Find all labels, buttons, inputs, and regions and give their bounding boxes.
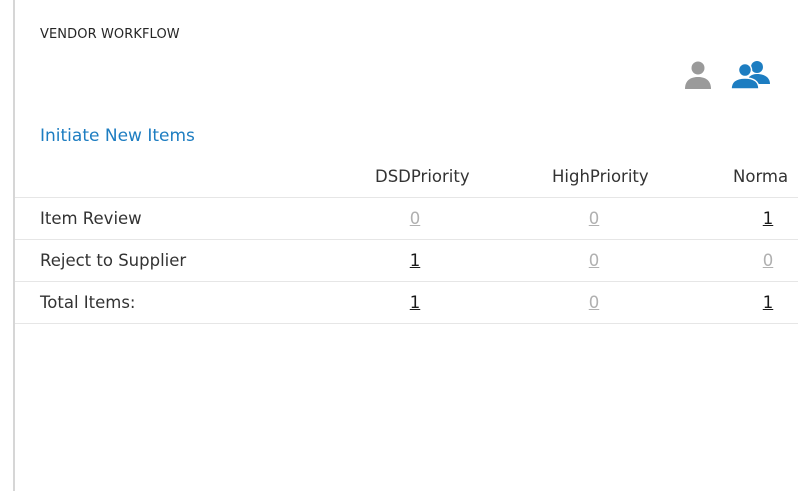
panel-title: VENDOR WORKFLOW bbox=[40, 27, 180, 42]
column-header-dsdpriority: DSDPriority bbox=[375, 167, 470, 186]
table-row-item-review: Item Review 0 0 1 bbox=[15, 198, 798, 240]
count-link[interactable]: 0 bbox=[589, 251, 600, 270]
vendor-workflow-panel: VENDOR WORKFLOW Initiate New Items DSDPr… bbox=[0, 0, 798, 491]
count-cell: 0 bbox=[554, 240, 634, 281]
table-row-total-items: Total Items: 1 0 1 bbox=[15, 282, 798, 324]
count-cell: 1 bbox=[728, 198, 798, 239]
count-link[interactable]: 0 bbox=[763, 251, 774, 270]
count-cell: 1 bbox=[375, 282, 455, 323]
row-label: Total Items: bbox=[40, 293, 136, 312]
table-header-row: DSDPriority HighPriority Norma bbox=[15, 156, 798, 198]
count-link[interactable]: 1 bbox=[763, 209, 774, 228]
group-icon[interactable] bbox=[729, 58, 773, 96]
count-link[interactable]: 1 bbox=[410, 251, 421, 270]
row-label: Reject to Supplier bbox=[40, 251, 187, 270]
table-row-reject-to-supplier: Reject to Supplier 1 0 0 bbox=[15, 240, 798, 282]
count-cell: 0 bbox=[554, 198, 634, 239]
single-user-icon[interactable] bbox=[682, 58, 714, 96]
count-cell: 0 bbox=[375, 198, 455, 239]
count-link[interactable]: 1 bbox=[410, 293, 421, 312]
count-link[interactable]: 0 bbox=[410, 209, 421, 228]
count-cell: 1 bbox=[375, 240, 455, 281]
count-link[interactable]: 0 bbox=[589, 209, 600, 228]
count-cell: 0 bbox=[554, 282, 634, 323]
count-link[interactable]: 1 bbox=[763, 293, 774, 312]
count-cell: 0 bbox=[728, 240, 798, 281]
count-cell: 1 bbox=[728, 282, 798, 323]
initiate-new-items-link[interactable]: Initiate New Items bbox=[40, 126, 195, 146]
row-label: Item Review bbox=[40, 209, 142, 228]
column-header-highpriority: HighPriority bbox=[552, 167, 649, 186]
column-header-normal: Norma bbox=[733, 167, 789, 186]
workflow-table: DSDPriority HighPriority Norma Item Revi… bbox=[15, 156, 798, 324]
count-link[interactable]: 0 bbox=[589, 293, 600, 312]
